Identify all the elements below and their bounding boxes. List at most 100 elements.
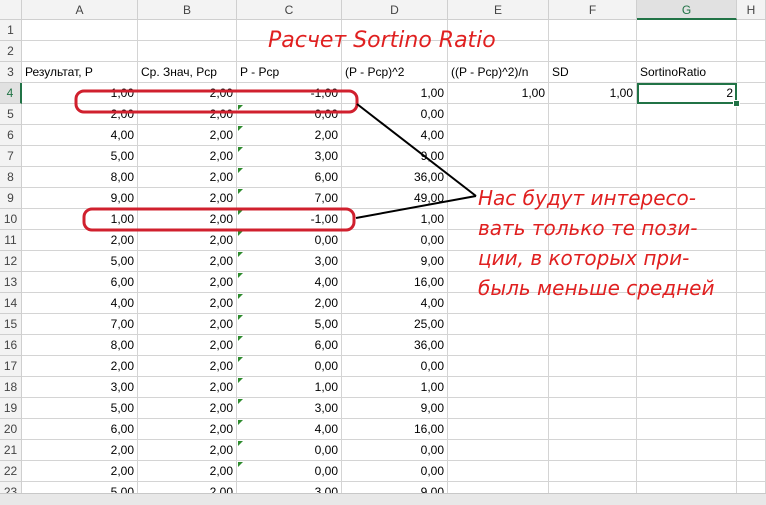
cell-b2[interactable] <box>138 41 237 62</box>
cell-c18[interactable]: 1,00 <box>237 377 342 398</box>
cell-h10[interactable] <box>737 209 766 230</box>
cell-b1[interactable] <box>138 20 237 41</box>
row-header-7[interactable]: 7 <box>0 146 22 167</box>
cell-a2[interactable] <box>22 41 138 62</box>
cell-d6[interactable]: 4,00 <box>342 125 448 146</box>
cell-h12[interactable] <box>737 251 766 272</box>
cell-h18[interactable] <box>737 377 766 398</box>
row-header-20[interactable]: 20 <box>0 419 22 440</box>
column-header-b[interactable]: B <box>138 0 237 20</box>
cell-a10[interactable]: 1,00 <box>22 209 138 230</box>
cell-d4[interactable]: 1,00 <box>342 83 448 104</box>
cell-d14[interactable]: 4,00 <box>342 293 448 314</box>
row-header-6[interactable]: 6 <box>0 125 22 146</box>
cell-e3[interactable]: ((P - Pcp)^2)/n <box>448 62 549 83</box>
cell-d16[interactable]: 36,00 <box>342 335 448 356</box>
cell-c6[interactable]: 2,00 <box>237 125 342 146</box>
cell-f20[interactable] <box>549 419 637 440</box>
cell-e17[interactable] <box>448 356 549 377</box>
cell-f17[interactable] <box>549 356 637 377</box>
cell-f19[interactable] <box>549 398 637 419</box>
cell-a14[interactable]: 4,00 <box>22 293 138 314</box>
select-all-corner[interactable] <box>0 0 22 20</box>
cell-b10[interactable]: 2,00 <box>138 209 237 230</box>
cell-b19[interactable]: 2,00 <box>138 398 237 419</box>
cell-a9[interactable]: 9,00 <box>22 188 138 209</box>
cell-b20[interactable]: 2,00 <box>138 419 237 440</box>
cell-h21[interactable] <box>737 440 766 461</box>
cell-g7[interactable] <box>637 146 737 167</box>
row-header-3[interactable]: 3 <box>0 62 22 83</box>
row-header-16[interactable]: 16 <box>0 335 22 356</box>
cell-e7[interactable] <box>448 146 549 167</box>
cell-d17[interactable]: 0,00 <box>342 356 448 377</box>
cell-d12[interactable]: 9,00 <box>342 251 448 272</box>
cell-e15[interactable] <box>448 314 549 335</box>
cell-a12[interactable]: 5,00 <box>22 251 138 272</box>
row-header-1[interactable]: 1 <box>0 20 22 41</box>
cell-c14[interactable]: 2,00 <box>237 293 342 314</box>
cell-c12[interactable]: 3,00 <box>237 251 342 272</box>
cell-a19[interactable]: 5,00 <box>22 398 138 419</box>
cell-d19[interactable]: 9,00 <box>342 398 448 419</box>
cell-h19[interactable] <box>737 398 766 419</box>
cell-d13[interactable]: 16,00 <box>342 272 448 293</box>
cell-c17[interactable]: 0,00 <box>237 356 342 377</box>
cell-g19[interactable] <box>637 398 737 419</box>
cell-h16[interactable] <box>737 335 766 356</box>
cell-h7[interactable] <box>737 146 766 167</box>
cell-c5[interactable]: 0,00 <box>237 104 342 125</box>
cell-h14[interactable] <box>737 293 766 314</box>
row-header-8[interactable]: 8 <box>0 167 22 188</box>
row-header-11[interactable]: 11 <box>0 230 22 251</box>
column-header-h[interactable]: H <box>737 0 766 20</box>
cell-e20[interactable] <box>448 419 549 440</box>
cell-d3[interactable]: (P - Pcp)^2 <box>342 62 448 83</box>
cell-f2[interactable] <box>549 41 637 62</box>
row-header-22[interactable]: 22 <box>0 461 22 482</box>
cell-f16[interactable] <box>549 335 637 356</box>
cell-f15[interactable] <box>549 314 637 335</box>
cell-b8[interactable]: 2,00 <box>138 167 237 188</box>
cell-c11[interactable]: 0,00 <box>237 230 342 251</box>
cell-e16[interactable] <box>448 335 549 356</box>
cell-h17[interactable] <box>737 356 766 377</box>
cell-h13[interactable] <box>737 272 766 293</box>
cell-a4[interactable]: 1,00 <box>22 83 138 104</box>
cell-e18[interactable] <box>448 377 549 398</box>
cell-a22[interactable]: 2,00 <box>22 461 138 482</box>
cell-d15[interactable]: 25,00 <box>342 314 448 335</box>
row-header-4[interactable]: 4 <box>0 83 22 104</box>
cell-f4[interactable]: 1,00 <box>549 83 637 104</box>
cell-a3[interactable]: Результат, P <box>22 62 138 83</box>
cell-d22[interactable]: 0,00 <box>342 461 448 482</box>
cell-h22[interactable] <box>737 461 766 482</box>
cell-c15[interactable]: 5,00 <box>237 314 342 335</box>
cell-f3[interactable]: SD <box>549 62 637 83</box>
cell-a11[interactable]: 2,00 <box>22 230 138 251</box>
row-header-19[interactable]: 19 <box>0 398 22 419</box>
cell-b12[interactable]: 2,00 <box>138 251 237 272</box>
cell-g22[interactable] <box>637 461 737 482</box>
cell-e22[interactable] <box>448 461 549 482</box>
cell-d18[interactable]: 1,00 <box>342 377 448 398</box>
cell-h3[interactable] <box>737 62 766 83</box>
cell-a6[interactable]: 4,00 <box>22 125 138 146</box>
column-header-a[interactable]: A <box>22 0 138 20</box>
column-header-d[interactable]: D <box>342 0 448 20</box>
cell-f7[interactable] <box>549 146 637 167</box>
cell-a1[interactable] <box>22 20 138 41</box>
cell-b11[interactable]: 2,00 <box>138 230 237 251</box>
cell-g18[interactable] <box>637 377 737 398</box>
cell-d9[interactable]: 49,00 <box>342 188 448 209</box>
cell-b9[interactable]: 2,00 <box>138 188 237 209</box>
cell-b14[interactable]: 2,00 <box>138 293 237 314</box>
cell-g15[interactable] <box>637 314 737 335</box>
cell-c13[interactable]: 4,00 <box>237 272 342 293</box>
cell-d8[interactable]: 36,00 <box>342 167 448 188</box>
cell-g4[interactable]: 2 <box>637 83 737 104</box>
row-header-10[interactable]: 10 <box>0 209 22 230</box>
cell-f18[interactable] <box>549 377 637 398</box>
cell-b16[interactable]: 2,00 <box>138 335 237 356</box>
cell-e19[interactable] <box>448 398 549 419</box>
